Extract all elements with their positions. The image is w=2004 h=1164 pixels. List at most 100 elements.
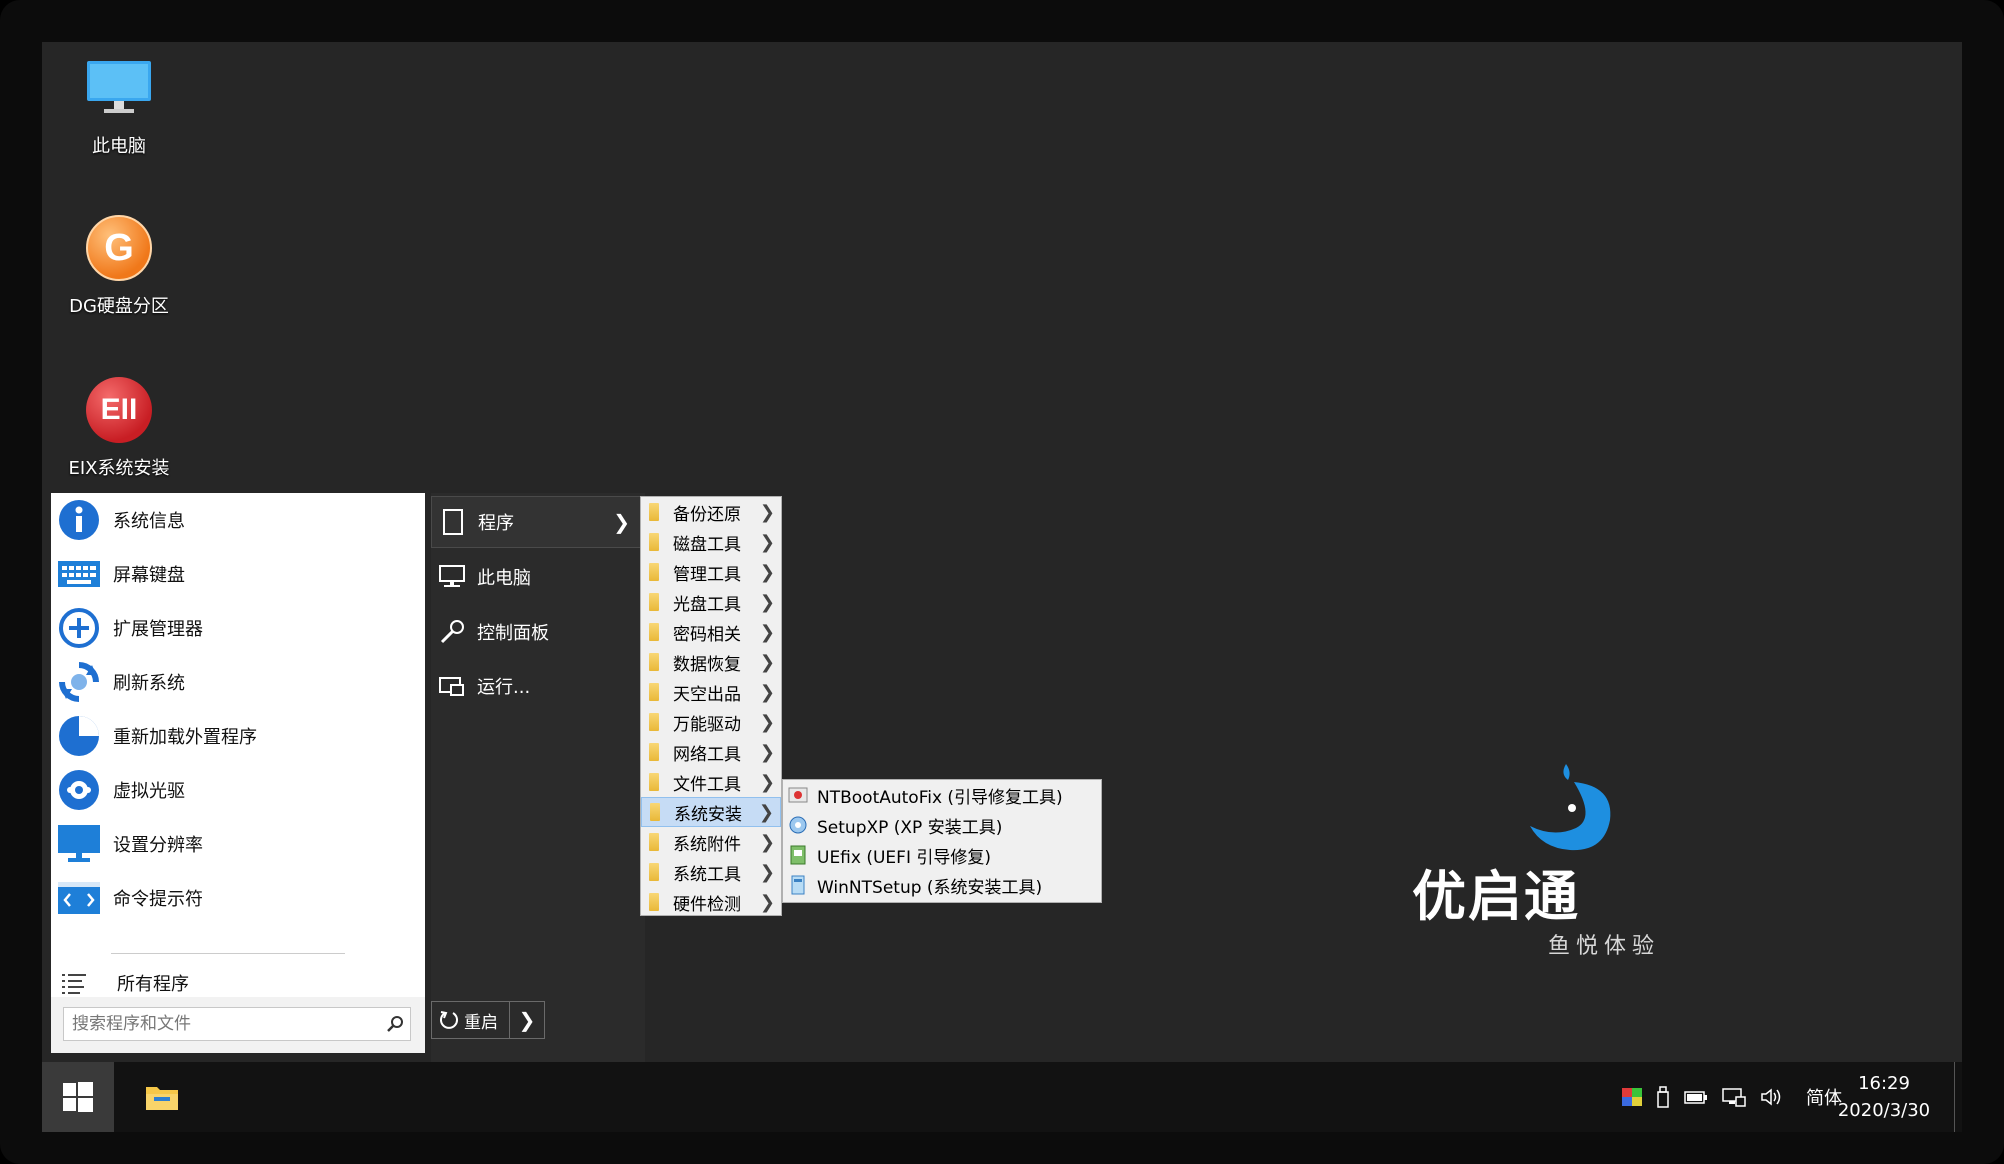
submenu-item[interactable]: 万能驱动 ❯ bbox=[641, 707, 781, 737]
submenu-item[interactable]: 光盘工具 ❯ bbox=[641, 587, 781, 617]
submenu-item[interactable]: 密码相关 ❯ bbox=[641, 617, 781, 647]
chevron-right-icon: ❯ bbox=[759, 681, 775, 703]
wrench-icon bbox=[437, 619, 467, 645]
submenu-item-label: 文件工具 bbox=[673, 774, 741, 795]
start-item-virtual-drive[interactable]: 虚拟光驱 bbox=[51, 763, 425, 817]
monitor-icon bbox=[83, 52, 155, 124]
start-item-label: 命令提示符 bbox=[113, 889, 203, 910]
restart-label: 重启 bbox=[464, 1012, 498, 1033]
start-item-control-panel[interactable]: 控制面板 bbox=[431, 606, 641, 658]
start-menu-right: 程序 ❯ 此电脑 控制面板 运行... 重启 ❯ bbox=[431, 493, 645, 1062]
document-icon bbox=[438, 509, 468, 535]
desktop-icon-label: EIX系统安装 bbox=[68, 458, 170, 479]
usb-icon[interactable] bbox=[1656, 1086, 1670, 1108]
power-options-button[interactable]: ❯ bbox=[510, 1002, 544, 1038]
desktop: 此电脑 G DG硬盘分区 EII EIX系统安装 系统信息 屏幕键盘 扩展管理器… bbox=[42, 42, 1962, 1062]
start-item-set-resolution[interactable]: 设置分辨率 bbox=[51, 817, 425, 871]
submenu-item-label: NTBootAutoFix (引导修复工具) bbox=[817, 787, 1063, 808]
folder-icon bbox=[649, 683, 659, 701]
start-item-programs[interactable]: 程序 ❯ bbox=[431, 496, 641, 548]
submenu-item-label: 系统安装 bbox=[674, 804, 742, 825]
start-item-onscreen-keyboard[interactable]: 屏幕键盘 bbox=[51, 547, 425, 601]
submenu-item-ntbootautofix[interactable]: NTBootAutoFix (引导修复工具) bbox=[783, 780, 1101, 810]
setupxp-icon bbox=[787, 814, 809, 836]
network-icon[interactable] bbox=[1722, 1087, 1746, 1107]
system-install-submenu: NTBootAutoFix (引导修复工具) SetupXP (XP 安装工具)… bbox=[782, 779, 1102, 903]
start-item-run[interactable]: 运行... bbox=[431, 660, 641, 712]
start-item-label: 控制面板 bbox=[477, 623, 549, 644]
submenu-item-system-install[interactable]: 系统安装 ❯ bbox=[641, 797, 781, 827]
chevron-right-icon: ❯ bbox=[759, 861, 775, 883]
cmd-icon bbox=[57, 876, 101, 920]
restart-button[interactable]: 重启 bbox=[432, 1002, 510, 1038]
programs-submenu: 备份还原 ❯ 磁盘工具 ❯ 管理工具 ❯ 光盘工具 ❯ 密码相关 ❯ 数据恢复 ❯ 天空出品… bbox=[640, 496, 782, 916]
search-input[interactable] bbox=[64, 1009, 380, 1039]
desktop-icon-eix-install[interactable]: EII EIX系统安装 bbox=[54, 374, 184, 480]
chevron-right-icon: ❯ bbox=[518, 1008, 536, 1032]
chevron-right-icon: ❯ bbox=[759, 711, 775, 733]
submenu-item-label: 硬件检测 bbox=[673, 894, 741, 915]
volume-icon[interactable] bbox=[1760, 1087, 1784, 1107]
submenu-item[interactable]: 管理工具 ❯ bbox=[641, 557, 781, 587]
folder-icon bbox=[649, 773, 659, 791]
search-icon[interactable] bbox=[380, 1015, 410, 1033]
submenu-item-label: 密码相关 bbox=[673, 624, 741, 645]
divider bbox=[111, 953, 345, 954]
start-item-system-info[interactable]: 系统信息 bbox=[51, 493, 425, 547]
clock[interactable]: 16:29 2020/3/30 bbox=[1836, 1070, 1932, 1124]
chevron-right-icon: ❯ bbox=[759, 531, 775, 553]
start-item-this-pc[interactable]: 此电脑 bbox=[431, 551, 641, 603]
folder-icon bbox=[649, 563, 659, 581]
chevron-right-icon: ❯ bbox=[759, 561, 775, 583]
submenu-item[interactable]: 文件工具 ❯ bbox=[641, 767, 781, 797]
submenu-item-label: 天空出品 bbox=[673, 684, 741, 705]
submenu-item-uefix[interactable]: UEfix (UEFI 引导修复) bbox=[783, 840, 1101, 870]
all-programs-label: 所有程序 bbox=[117, 974, 189, 995]
chevron-right-icon: ❯ bbox=[759, 621, 775, 643]
folder-icon bbox=[649, 713, 659, 731]
battery-icon[interactable] bbox=[1684, 1089, 1708, 1105]
list-icon bbox=[59, 972, 89, 994]
submenu-item[interactable]: 天空出品 ❯ bbox=[641, 677, 781, 707]
submenu-item[interactable]: 硬件检测 ❯ bbox=[641, 887, 781, 917]
color-picker-icon[interactable] bbox=[1622, 1088, 1642, 1106]
start-item-label: 运行... bbox=[477, 677, 531, 698]
start-item-label: 虚拟光驱 bbox=[113, 781, 185, 802]
submenu-item-winntsetup[interactable]: WinNTSetup (系统安装工具) bbox=[783, 870, 1101, 900]
folder-icon bbox=[649, 743, 659, 761]
submenu-item[interactable]: 数据恢复 ❯ bbox=[641, 647, 781, 677]
submenu-item[interactable]: 磁盘工具 ❯ bbox=[641, 527, 781, 557]
start-item-command-prompt[interactable]: 命令提示符 bbox=[51, 871, 425, 925]
folder-icon bbox=[649, 653, 659, 671]
start-item-extension-manager[interactable]: 扩展管理器 bbox=[51, 601, 425, 655]
restart-control: 重启 ❯ bbox=[431, 1001, 545, 1039]
start-item-label: 刷新系统 bbox=[113, 673, 185, 694]
file-explorer-button[interactable] bbox=[134, 1072, 190, 1122]
search-area bbox=[51, 997, 425, 1053]
start-button[interactable] bbox=[42, 1062, 114, 1132]
desktop-icon-dg-partition[interactable]: G DG硬盘分区 bbox=[54, 212, 184, 318]
desktop-icon-this-pc[interactable]: 此电脑 bbox=[54, 52, 184, 158]
uefix-icon bbox=[787, 844, 809, 866]
submenu-item[interactable]: 系统附件 ❯ bbox=[641, 827, 781, 857]
start-item-refresh-system[interactable]: 刷新系统 bbox=[51, 655, 425, 709]
computer-icon bbox=[437, 565, 467, 589]
search-box bbox=[63, 1007, 411, 1041]
brand-name: 优启通 bbox=[1412, 865, 1580, 928]
folder-icon bbox=[649, 623, 659, 641]
submenu-item[interactable]: 系统工具 ❯ bbox=[641, 857, 781, 887]
taskbar: 简体 16:29 2020/3/30 bbox=[42, 1062, 1962, 1132]
submenu-item-setupxp[interactable]: SetupXP (XP 安装工具) bbox=[783, 810, 1101, 840]
start-item-reload-external-programs[interactable]: 重新加载外置程序 bbox=[51, 709, 425, 763]
folder-icon bbox=[649, 893, 659, 911]
submenu-item-label: SetupXP (XP 安装工具) bbox=[817, 817, 1003, 838]
start-menu-left: 系统信息 屏幕键盘 扩展管理器 刷新系统 重新加载外置程序 虚拟光驱 设置分辨率… bbox=[51, 493, 425, 1053]
submenu-item[interactable]: 备份还原 ❯ bbox=[641, 497, 781, 527]
chevron-right-icon: ❯ bbox=[759, 651, 775, 673]
screen: 此电脑 G DG硬盘分区 EII EIX系统安装 系统信息 屏幕键盘 扩展管理器… bbox=[42, 42, 1962, 1132]
chevron-right-icon: ❯ bbox=[759, 741, 775, 763]
pie-chart-icon bbox=[57, 714, 101, 758]
show-desktop-button[interactable] bbox=[1954, 1062, 1962, 1132]
submenu-item[interactable]: 网络工具 ❯ bbox=[641, 737, 781, 767]
chevron-right-icon: ❯ bbox=[613, 510, 630, 534]
